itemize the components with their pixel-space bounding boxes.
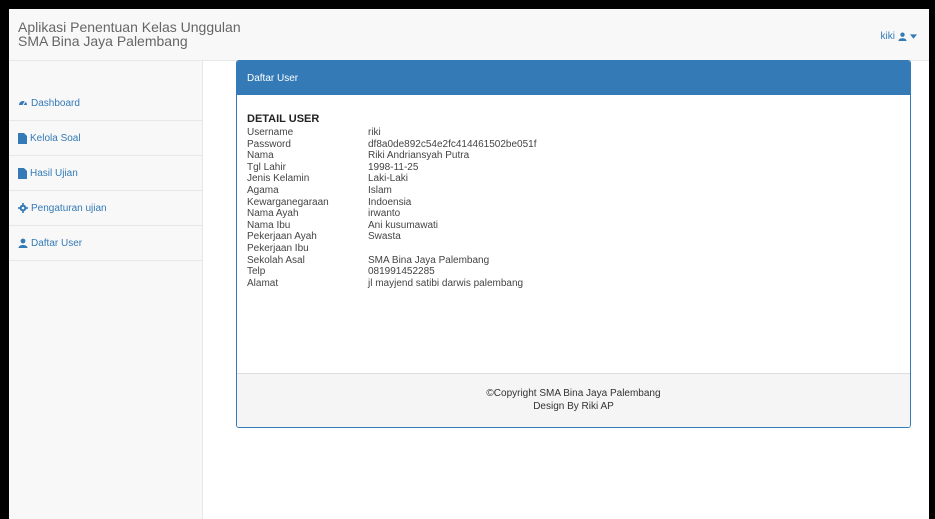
file-icon [18,132,27,144]
sidebar-item-label: Hasil Ujian [30,167,78,179]
sidebar-item-label: Pengaturan ujian [31,202,107,214]
field-label: Agama [247,184,279,196]
field-label: Sekolah Asal [247,254,305,266]
detail-row-pekerjaan-ibu: Pekerjaan Ibu [247,243,910,255]
detail-row-jenis-kelamin: Jenis Kelamin Laki-Laki [247,173,910,185]
field-value: Laki-Laki [368,173,409,185]
sidebar-item-label: Daftar User [31,237,83,249]
detail-title: DETAIL USER [247,113,320,125]
field-label: Nama [247,150,274,162]
sidebar-item-daftar-user[interactable]: Daftar User [9,226,202,261]
user-detail-panel: Daftar User DETAIL USER Username riki Pas… [236,60,911,428]
detail-row-nama: Nama Riki Andriansyah Putra [247,150,910,162]
top-navbar: Aplikasi Penentuan Kelas Unggulan SMA Bi… [9,9,929,61]
field-label: Nama Ibu [247,219,291,231]
field-label: Tgl Lahir [247,161,286,173]
panel-footer: ©Copyright SMA Bina Jaya Palembang Desig… [237,373,910,427]
field-value: jl mayjend satibi darwis palembang [368,277,524,289]
sidebar-item-label: Kelola Soal [30,132,81,144]
field-value: 1998-11-25 [368,161,419,173]
field-label: Password [247,138,291,150]
field-value: riki [368,127,381,138]
design-credit-text: Design By Riki AP [533,401,614,412]
field-value: irwanto [368,208,401,220]
gear-icon [18,203,28,213]
user-icon [18,238,28,248]
window-frame-top [0,0,935,9]
field-label: Telp [247,266,266,278]
window-frame-right [929,0,935,519]
sidebar-item-dashboard[interactable]: Dashboard [9,86,202,121]
field-label: Pekerjaan Ayah [247,231,317,243]
field-value: Ani kusumawati [368,219,439,231]
app-title-line2: SMA Bina Jaya Palembang [18,33,188,49]
field-label: Alamat [247,277,279,289]
field-label: Kewarganegaraan [247,196,329,208]
detail-row-password: Password df8a0de892c54e2fc414461502be051f [247,139,910,151]
detail-row-alamat: Alamat jl mayjend satibi darwis palembang [247,278,910,290]
field-value: Indoensia [368,196,412,208]
file-icon [18,167,27,179]
detail-row-telp: Telp 081991452285 [247,266,910,278]
field-value: Riki Andriansyah Putra [368,150,470,162]
user-icon [898,32,907,41]
field-value: df8a0de892c54e2fc414461502be051f [368,138,537,150]
field-value: 081991452285 [368,266,435,278]
sidebar-item-hasil-ujian[interactable]: Hasil Ujian [9,156,202,191]
copyright-text: ©Copyright SMA Bina Jaya Palembang [486,388,661,399]
field-value: SMA Bina Jaya Palembang [368,254,490,266]
field-label: Username [247,127,294,138]
field-value: Swasta [368,231,401,243]
sidebar: Dashboard Kelola Soal Hasil Ujian Pengat… [9,61,203,519]
panel-body: DETAIL USER Username riki Password df8a0de… [237,95,910,375]
detail-row-nama-ayah: Nama Ayah irwanto [247,208,910,220]
field-label: Pekerjaan Ibu [247,242,309,254]
panel-heading: Daftar User [237,61,910,95]
dashboard-icon [19,101,27,106]
detail-row-tgl-lahir: Tgl Lahir 1998-11-25 [247,162,910,174]
field-label: Jenis Kelamin [247,173,310,185]
detail-row-kewarganegaraan: Kewarganegaraan Indoensia [247,197,910,209]
window-frame-left [0,0,9,519]
caret-down-icon [910,34,917,39]
detail-row-username: Username riki [247,127,910,139]
detail-row-agama: Agama Islam [247,185,910,197]
detail-row-nama-ibu: Nama Ibu Ani kusumawati [247,220,910,232]
detail-row-sekolah-asal: Sekolah Asal SMA Bina Jaya Palembang [247,255,910,267]
user-menu-toggle[interactable]: kiki [881,31,917,42]
app-brand[interactable]: Aplikasi Penentuan Kelas Unggulan SMA Bi… [18,20,248,48]
sidebar-item-kelola-soal[interactable]: Kelola Soal [9,121,202,156]
sidebar-item-label: Dashboard [31,97,80,109]
sidebar-item-pengaturan-ujian[interactable]: Pengaturan ujian [9,191,202,226]
field-label: Nama Ayah [247,208,299,220]
app-title-line1: Aplikasi Penentuan Kelas Unggulan [18,19,241,35]
field-value: Islam [368,184,392,196]
detail-row-pekerjaan-ayah: Pekerjaan Ayah Swasta [247,231,910,243]
user-name: kiki [880,31,895,42]
